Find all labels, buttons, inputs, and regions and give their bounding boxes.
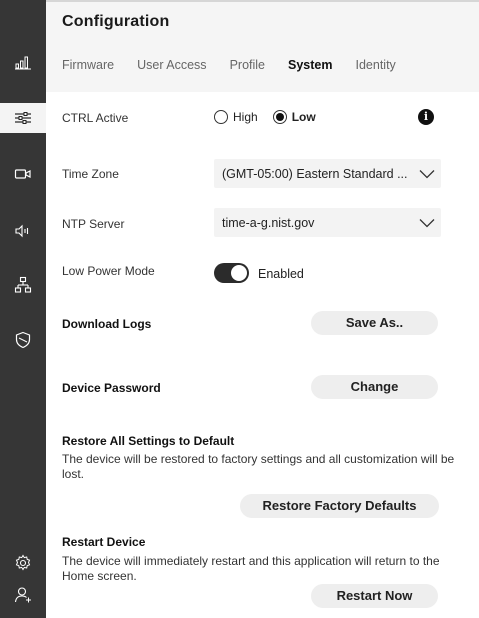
shield-icon bbox=[15, 331, 31, 349]
time-zone-select[interactable]: (GMT-05:00) Eastern Standard ... bbox=[214, 159, 441, 188]
restart-now-button[interactable]: Restart Now bbox=[311, 584, 438, 608]
sidebar-item-account[interactable] bbox=[0, 580, 46, 610]
time-zone-value: (GMT-05:00) Eastern Standard ... bbox=[222, 166, 408, 181]
radio-low[interactable]: Low bbox=[272, 110, 316, 124]
user-icon bbox=[14, 587, 31, 603]
device-password-label: Device Password bbox=[62, 381, 161, 395]
restart-description: The device will immediately restart and … bbox=[62, 554, 440, 583]
sidebar-item-audio[interactable] bbox=[0, 216, 46, 246]
sidebar-item-settings[interactable] bbox=[0, 103, 46, 133]
tab-profile[interactable]: Profile bbox=[230, 58, 265, 72]
radio-low-label: Low bbox=[291, 110, 316, 124]
restore-factory-defaults-button[interactable]: Restore Factory Defaults bbox=[240, 494, 439, 518]
ntp-server-value: time-a-g.nist.gov bbox=[222, 215, 315, 230]
tab-firmware[interactable]: Firmware bbox=[62, 58, 114, 72]
ntp-server-select[interactable]: time-a-g.nist.gov bbox=[214, 208, 441, 237]
tab-bar: Firmware User Access Profile System Iden… bbox=[62, 58, 419, 72]
restore-description: The device will be restored to factory s… bbox=[62, 452, 455, 481]
download-logs-label: Download Logs bbox=[62, 317, 152, 331]
change-password-button[interactable]: Change bbox=[311, 375, 438, 399]
header: Configuration Firmware User Access Profi… bbox=[46, 2, 479, 92]
radio-low-circle[interactable] bbox=[272, 110, 287, 124]
bar-chart-icon bbox=[15, 56, 31, 70]
toggle-knob bbox=[231, 265, 247, 281]
low-power-state: Enabled bbox=[258, 267, 304, 281]
network-icon bbox=[14, 276, 32, 293]
ntp-server-label: NTP Server bbox=[62, 217, 125, 231]
radio-selected-dot bbox=[275, 113, 284, 121]
restore-heading: Restore All Settings to Default bbox=[62, 434, 235, 448]
tab-identity[interactable]: Identity bbox=[355, 58, 395, 72]
radio-high[interactable]: High bbox=[214, 110, 258, 124]
sidebar bbox=[0, 0, 46, 618]
time-zone-label: Time Zone bbox=[62, 167, 119, 181]
radio-high-label: High bbox=[233, 110, 258, 124]
chevron-down-icon bbox=[413, 218, 441, 228]
sidebar-item-video[interactable] bbox=[0, 159, 46, 189]
camera-icon bbox=[14, 169, 31, 179]
tab-user-access[interactable]: User Access bbox=[137, 58, 206, 72]
page-title: Configuration bbox=[62, 13, 170, 30]
gear-icon bbox=[15, 554, 31, 571]
low-power-toggle[interactable] bbox=[214, 263, 249, 283]
low-power-label: Low Power Mode bbox=[62, 264, 155, 278]
ctrl-active-radio-group: High Low bbox=[214, 110, 331, 124]
sliders-icon bbox=[15, 112, 31, 124]
ctrl-active-label: CTRL Active bbox=[62, 111, 129, 125]
sidebar-item-network[interactable] bbox=[0, 270, 46, 300]
sidebar-item-analytics[interactable] bbox=[0, 47, 46, 77]
sidebar-item-preferences[interactable] bbox=[0, 548, 46, 578]
sidebar-item-security[interactable] bbox=[0, 325, 46, 355]
speaker-icon bbox=[15, 224, 29, 238]
restart-heading: Restart Device bbox=[62, 535, 146, 549]
info-icon[interactable]: i bbox=[418, 109, 434, 125]
tab-system[interactable]: System bbox=[288, 58, 332, 72]
save-as-button[interactable]: Save As.. bbox=[311, 311, 438, 335]
chevron-down-icon bbox=[413, 169, 441, 179]
radio-high-circle[interactable] bbox=[214, 110, 228, 124]
